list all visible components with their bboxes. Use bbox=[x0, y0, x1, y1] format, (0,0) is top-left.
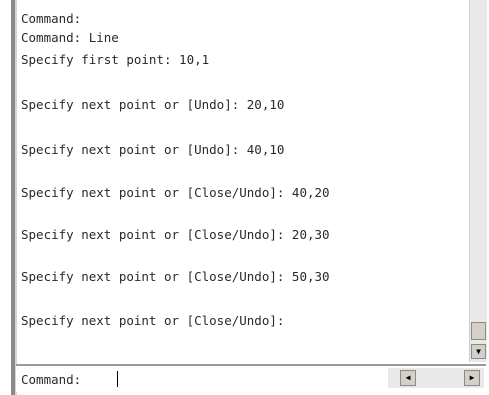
history-line: Command: Line bbox=[21, 30, 119, 45]
scroll-right-button[interactable]: ▶ bbox=[464, 370, 480, 386]
command-input-bar: Command: ◀ ▶ bbox=[16, 364, 486, 392]
command-input[interactable] bbox=[116, 370, 386, 388]
vertical-scroll-thumb[interactable] bbox=[471, 322, 486, 340]
history-line: Specify next point or [Undo]: 40,10 bbox=[21, 142, 285, 157]
chevron-down-icon: ▼ bbox=[476, 347, 481, 356]
window-left-border bbox=[11, 0, 17, 395]
command-history: Command: Command: Line Specify first poi… bbox=[21, 0, 461, 350]
scroll-down-button[interactable]: ▼ bbox=[471, 344, 486, 359]
command-prompt-label: Command: bbox=[21, 372, 82, 387]
history-line: Specify next point or [Close/Undo]: 50,3… bbox=[21, 269, 330, 284]
history-line: Command: bbox=[21, 11, 82, 26]
history-line: Specify first point: 10,1 bbox=[21, 52, 210, 67]
command-line-window: Command: Command: Line Specify first poi… bbox=[0, 0, 489, 395]
horizontal-scrollbar[interactable]: ◀ ▶ bbox=[388, 368, 484, 388]
history-line: Specify next point or [Close/Undo]: 40,2… bbox=[21, 185, 330, 200]
scroll-left-button[interactable]: ◀ bbox=[400, 370, 416, 386]
history-line: Specify next point or [Close/Undo]: bbox=[21, 313, 285, 328]
chevron-right-icon: ▶ bbox=[469, 373, 475, 382]
history-line: Specify next point or [Close/Undo]: 20,3… bbox=[21, 227, 330, 242]
text-caret bbox=[117, 371, 118, 387]
chevron-left-icon: ◀ bbox=[405, 373, 411, 382]
history-line: Specify next point or [Undo]: 20,10 bbox=[21, 97, 285, 112]
vertical-scrollbar[interactable]: ▼ bbox=[469, 0, 487, 362]
